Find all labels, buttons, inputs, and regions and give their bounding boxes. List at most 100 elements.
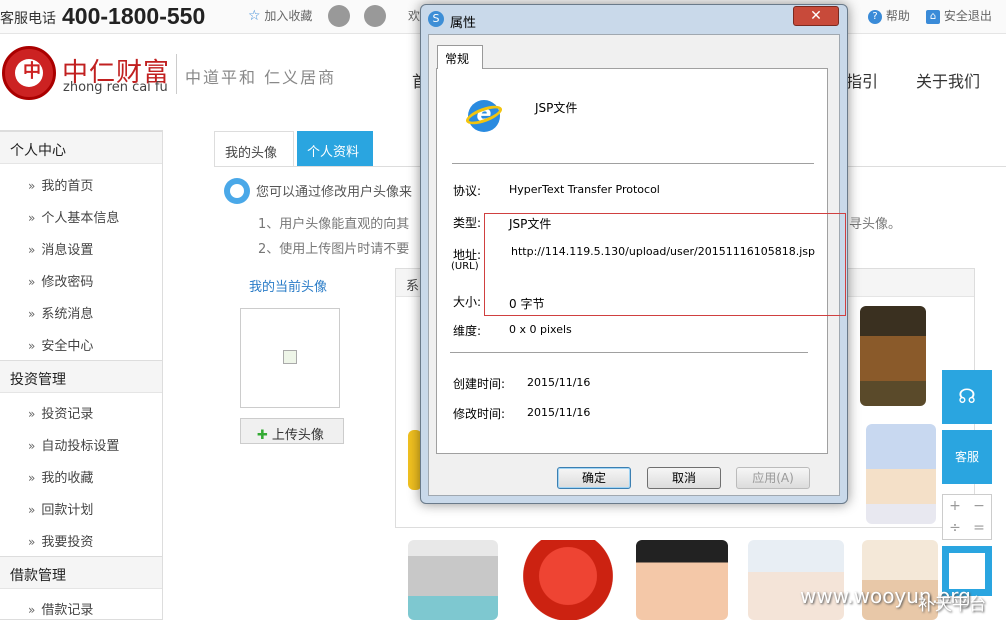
type-label: 类型: xyxy=(453,216,482,230)
sidebar-item[interactable]: » 回款计划 xyxy=(28,499,93,518)
address-sublabel: (URL) xyxy=(451,261,479,272)
sidebar-item-label: 系统消息 xyxy=(41,307,94,322)
zoom-controls: + − ÷ = xyxy=(942,494,992,540)
separator xyxy=(450,352,808,353)
avatar-sticker[interactable] xyxy=(748,540,844,620)
sidebar-item[interactable]: » 借款记录 xyxy=(28,599,93,618)
avatar-sticker[interactable] xyxy=(866,424,936,524)
modified-label: 修改时间: xyxy=(453,407,506,421)
info-icon xyxy=(224,178,250,204)
sidebar-item[interactable]: » 我要投资 xyxy=(28,531,93,550)
highlight-box xyxy=(484,213,846,316)
sidebar-group-loan[interactable]: 借款管理 xyxy=(0,556,162,589)
upload-avatar-button[interactable]: ✚ 上传头像 xyxy=(240,418,344,444)
arrow-icon: » xyxy=(28,603,36,617)
sidebar-item[interactable]: » 投资记录 xyxy=(28,403,93,422)
sidebar-item-label: 投资记录 xyxy=(41,407,94,422)
zoom-div-button[interactable]: ÷ xyxy=(943,517,967,539)
phone-number: 400-1800-550 xyxy=(62,3,206,29)
zoom-in-button[interactable]: + xyxy=(943,495,967,517)
sidebar-item[interactable]: » 自动投标设置 xyxy=(28,435,119,454)
arrow-icon: » xyxy=(28,179,36,193)
arrow-icon: » xyxy=(28,275,36,289)
broken-image-icon xyxy=(283,350,297,364)
created-value: 2015/11/16 xyxy=(527,376,591,389)
close-button[interactable]: ✕ xyxy=(793,6,839,26)
nav-item-about[interactable]: 关于我们 xyxy=(916,68,980,92)
browser-icon: S xyxy=(428,11,444,27)
sidebar-group-invest[interactable]: 投资管理 xyxy=(0,360,162,393)
arrow-icon: » xyxy=(28,243,36,257)
star-icon: ☆ xyxy=(248,8,261,24)
protocol-label: 协议: xyxy=(453,184,482,198)
sidebar-item[interactable]: » 安全中心 xyxy=(28,335,93,354)
dimensions-value: 0 x 0 pixels xyxy=(509,323,572,336)
sidebar-group-personal[interactable]: 个人中心 xyxy=(0,131,162,164)
created-label: 创建时间: xyxy=(453,377,506,391)
arrow-icon: » xyxy=(28,439,36,453)
ok-button[interactable]: 确定 xyxy=(557,467,631,489)
headset-icon[interactable]: ☊ xyxy=(942,370,992,424)
weibo-icon[interactable] xyxy=(328,5,350,27)
sidebar-item-label: 回款计划 xyxy=(41,503,94,518)
arrow-icon: » xyxy=(28,503,36,517)
watermark-text-2: 补天平台 xyxy=(918,595,986,615)
arrow-icon: » xyxy=(28,471,36,485)
upload-label: 上传头像 xyxy=(271,428,324,443)
help-link[interactable]: ? 帮助 xyxy=(868,7,910,24)
zoom-out-button[interactable]: − xyxy=(967,495,991,517)
sidebar-item[interactable]: » 我的收藏 xyxy=(28,467,93,486)
home-icon: ⌂ xyxy=(926,9,940,24)
avatar-sticker[interactable] xyxy=(408,540,498,620)
plus-icon: ✚ xyxy=(257,428,268,443)
logo-mark: 中 xyxy=(23,61,41,82)
arrow-icon: » xyxy=(28,307,36,321)
logout-label: 安全退出 xyxy=(943,9,992,23)
sidebar-item[interactable]: » 个人基本信息 xyxy=(28,207,119,226)
tab-avatar[interactable]: 我的头像 xyxy=(214,131,294,166)
avatar-sticker[interactable] xyxy=(860,306,926,406)
tip-line-1-tail: 寻头像。 xyxy=(849,217,902,232)
nav-item-guide[interactable]: 指引 xyxy=(846,68,878,92)
arrow-icon: » xyxy=(28,339,36,353)
apply-button[interactable]: 应用(A) xyxy=(736,467,810,489)
separator xyxy=(452,163,814,164)
zoom-eq-button[interactable]: = xyxy=(967,517,991,539)
sidebar-item[interactable]: » 系统消息 xyxy=(28,303,93,322)
sidebar-item-label: 我要投资 xyxy=(41,535,94,550)
size-label: 大小: xyxy=(453,295,482,309)
protocol-value: HyperText Transfer Protocol xyxy=(509,183,660,196)
sidebar-item[interactable]: » 我的首页 xyxy=(28,175,93,194)
arrow-icon: » xyxy=(28,407,36,421)
wechat-icon[interactable] xyxy=(364,5,386,27)
cancel-button[interactable]: 取消 xyxy=(647,467,721,489)
slogan: 中道平和 仁义居商 xyxy=(185,68,337,87)
sidebar-item[interactable]: » 修改密码 xyxy=(28,271,93,290)
avatar-sticker[interactable] xyxy=(636,540,728,620)
tip-text: 您可以通过修改用户头像来 xyxy=(256,185,413,200)
sidebar-item-label: 消息设置 xyxy=(41,243,94,258)
current-avatar-label: 我的当前头像 xyxy=(249,280,328,295)
welcome-text: 欢 xyxy=(408,9,421,23)
help-icon: ? xyxy=(868,9,882,24)
phone-label: 客服电话 xyxy=(0,11,56,27)
sidebar: 个人中心 » 我的首页 » 个人基本信息 » 消息设置 » 修改密码 » 系统消息 » 安全… xyxy=(0,130,163,620)
brand-name-en: zhong ren cai fu xyxy=(63,80,168,95)
add-favorite-link[interactable]: ☆ 加入收藏 xyxy=(248,7,312,24)
sidebar-item-label: 个人基本信息 xyxy=(41,211,120,226)
arrow-icon: » xyxy=(28,211,36,225)
sidebar-item-label: 我的收藏 xyxy=(41,471,94,486)
tab-general[interactable]: 常规 xyxy=(437,45,483,69)
tip-line-1: 1、用户头像能直观的向其 xyxy=(258,217,410,232)
sidebar-item-label: 安全中心 xyxy=(41,339,94,354)
help-label: 帮助 xyxy=(885,9,910,23)
sidebar-item-label: 修改密码 xyxy=(41,275,94,290)
brand-divider xyxy=(176,54,177,94)
logout-link[interactable]: ⌂ 安全退出 xyxy=(926,7,992,24)
sidebar-item[interactable]: » 消息设置 xyxy=(28,239,93,258)
avatar-sticker[interactable] xyxy=(522,540,614,620)
sidebar-item-label: 借款记录 xyxy=(41,603,94,618)
tab-profile[interactable]: 个人资料 xyxy=(297,131,373,166)
dialog-title: 属性 xyxy=(450,16,477,31)
customer-service-button[interactable]: 客服 xyxy=(942,430,992,484)
